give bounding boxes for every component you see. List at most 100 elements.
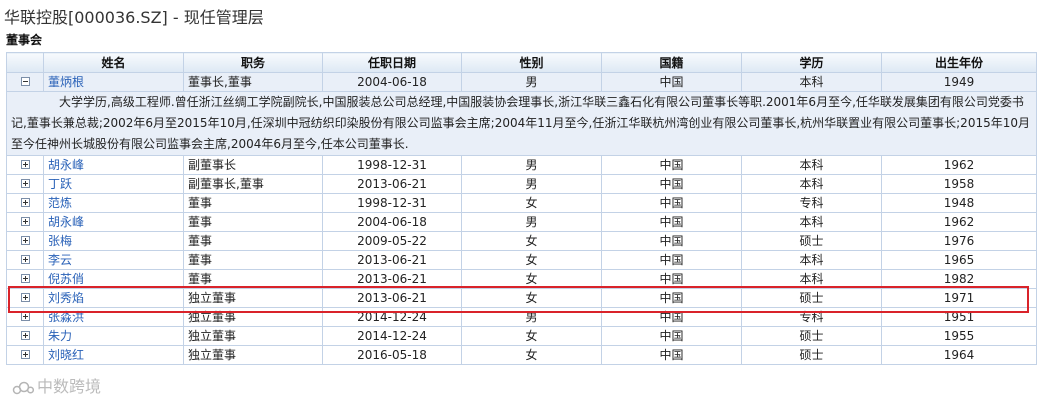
table-row[interactable]: 张淼洪 独立董事 2014-12-24 男中国 专科 1951 bbox=[6, 307, 1037, 327]
nationality-cell: 中国 bbox=[601, 174, 742, 194]
table-row[interactable]: 丁跃 副董事长,董事 2013-06-21 男中国 本科 1958 bbox=[6, 174, 1037, 194]
name-cell[interactable]: 倪苏俏 bbox=[43, 269, 184, 289]
table-row[interactable]: 范炼 董事 1998-12-31 女中国 专科 1948 bbox=[6, 193, 1037, 213]
watermark-logo-icon bbox=[12, 381, 34, 394]
name-cell[interactable]: 朱力 bbox=[43, 326, 184, 346]
name-cell[interactable]: 李云 bbox=[43, 250, 184, 270]
birth-year-cell: 1955 bbox=[881, 326, 1037, 346]
name-cell[interactable]: 张梅 bbox=[43, 231, 184, 251]
watermark-text: 中数跨境 bbox=[37, 377, 102, 396]
table-row[interactable]: 董炳根 董事长,董事 2004-06-18 男中国 本科 1949 bbox=[6, 72, 1037, 92]
education-cell: 专科 bbox=[741, 193, 882, 213]
header-education[interactable]: 学历 bbox=[741, 52, 882, 73]
expand-toggle[interactable] bbox=[6, 250, 44, 270]
name-cell[interactable]: 丁跃 bbox=[43, 174, 184, 194]
gender-cell: 男 bbox=[461, 155, 602, 175]
header-gender[interactable]: 性别 bbox=[461, 52, 602, 73]
plus-icon bbox=[20, 349, 30, 359]
position-cell: 独立董事 bbox=[183, 326, 323, 346]
expand-toggle[interactable] bbox=[6, 231, 44, 251]
table-row[interactable]: 倪苏俏 董事 2013-06-21 女中国 本科 1982 bbox=[6, 269, 1037, 289]
gender-cell: 男 bbox=[461, 174, 602, 194]
position-cell: 董事 bbox=[183, 231, 323, 251]
bio-text: 大学学历,高级工程师.曾任浙江丝绸工学院副院长,中国服装总公司总经理,中国服装协… bbox=[6, 91, 1037, 156]
education-cell: 本科 bbox=[741, 269, 882, 289]
nationality-cell: 中国 bbox=[601, 212, 742, 232]
expand-toggle[interactable] bbox=[6, 326, 44, 346]
nationality-cell: 中国 bbox=[601, 72, 742, 92]
birth-year-cell: 1948 bbox=[881, 193, 1037, 213]
gender-cell: 女 bbox=[461, 288, 602, 308]
gender-cell: 男 bbox=[461, 307, 602, 327]
table-row[interactable]: 胡永峰 董事 2004-06-18 男中国 本科 1962 bbox=[6, 212, 1037, 232]
birth-year-cell: 1962 bbox=[881, 212, 1037, 232]
date-cell: 1998-12-31 bbox=[322, 193, 462, 213]
collapse-toggle[interactable] bbox=[6, 72, 44, 92]
detail-row: 大学学历,高级工程师.曾任浙江丝绸工学院副院长,中国服装总公司总经理,中国服装协… bbox=[6, 91, 1037, 156]
name-cell[interactable]: 张淼洪 bbox=[43, 307, 184, 327]
nationality-cell: 中国 bbox=[601, 345, 742, 365]
date-cell: 2014-12-24 bbox=[322, 307, 462, 327]
table-row[interactable]: 张梅 董事 2009-05-22 女中国 硕士 1976 bbox=[6, 231, 1037, 251]
gender-cell: 女 bbox=[461, 250, 602, 270]
table-row[interactable]: 李云 董事 2013-06-21 女中国 本科 1965 bbox=[6, 250, 1037, 270]
header-position[interactable]: 职务 bbox=[183, 52, 323, 73]
education-cell: 本科 bbox=[741, 250, 882, 270]
birth-year-cell: 1949 bbox=[881, 72, 1037, 92]
plus-icon bbox=[20, 178, 30, 188]
name-cell[interactable]: 胡永峰 bbox=[43, 155, 184, 175]
header-date[interactable]: 任职日期 bbox=[322, 52, 462, 73]
watermark: 中数跨境 bbox=[12, 373, 101, 397]
plus-icon bbox=[20, 254, 30, 264]
plus-icon bbox=[20, 292, 30, 302]
gender-cell: 女 bbox=[461, 231, 602, 251]
name-cell[interactable]: 董炳根 bbox=[43, 72, 184, 92]
date-cell: 2013-06-21 bbox=[322, 174, 462, 194]
position-cell: 董事长,董事 bbox=[183, 72, 323, 92]
table-body: 董炳根 董事长,董事 2004-06-18 男中国 本科 1949 大学学历,高级工程师.曾… bbox=[6, 72, 1037, 365]
name-cell[interactable]: 刘晓红 bbox=[43, 345, 184, 365]
position-cell: 独立董事 bbox=[183, 288, 323, 308]
expand-toggle[interactable] bbox=[6, 193, 44, 213]
nationality-cell: 中国 bbox=[601, 155, 742, 175]
nationality-cell: 中国 bbox=[601, 288, 742, 308]
position-cell: 董事 bbox=[183, 250, 323, 270]
nationality-cell: 中国 bbox=[601, 326, 742, 346]
nationality-cell: 中国 bbox=[601, 307, 742, 327]
birth-year-cell: 1965 bbox=[881, 250, 1037, 270]
birth-year-cell: 1951 bbox=[881, 307, 1037, 327]
gender-cell: 女 bbox=[461, 345, 602, 365]
table-row[interactable]: 刘秀焰 独立董事 2013-06-21 女中国 硕士 1971 bbox=[6, 288, 1037, 308]
section-title: 董事会 bbox=[6, 33, 43, 47]
table-row[interactable]: 刘晓红 独立董事 2016-05-18 女中国 硕士 1964 bbox=[6, 345, 1037, 365]
plus-icon bbox=[20, 216, 30, 226]
gender-cell: 女 bbox=[461, 193, 602, 213]
birth-year-cell: 1958 bbox=[881, 174, 1037, 194]
position-cell: 副董事长 bbox=[183, 155, 323, 175]
table-row[interactable]: 胡永峰 副董事长 1998-12-31 男中国 本科 1962 bbox=[6, 155, 1037, 175]
nationality-cell: 中国 bbox=[601, 250, 742, 270]
header-nationality[interactable]: 国籍 bbox=[601, 52, 742, 73]
gender-cell: 男 bbox=[461, 212, 602, 232]
expand-toggle[interactable] bbox=[6, 307, 44, 327]
header-birth-year[interactable]: 出生年份 bbox=[881, 52, 1037, 73]
expand-toggle[interactable] bbox=[6, 174, 44, 194]
expand-toggle[interactable] bbox=[6, 155, 44, 175]
expand-toggle[interactable] bbox=[6, 212, 44, 232]
name-cell[interactable]: 胡永峰 bbox=[43, 212, 184, 232]
date-cell: 2016-05-18 bbox=[322, 345, 462, 365]
header-toggle bbox=[6, 52, 44, 73]
education-cell: 本科 bbox=[741, 72, 882, 92]
birth-year-cell: 1962 bbox=[881, 155, 1037, 175]
expand-toggle[interactable] bbox=[6, 288, 44, 308]
header-name[interactable]: 姓名 bbox=[43, 52, 184, 73]
date-cell: 2013-06-21 bbox=[322, 250, 462, 270]
education-cell: 硕士 bbox=[741, 288, 882, 308]
name-cell[interactable]: 范炼 bbox=[43, 193, 184, 213]
expand-toggle[interactable] bbox=[6, 269, 44, 289]
expand-toggle[interactable] bbox=[6, 345, 44, 365]
date-cell: 1998-12-31 bbox=[322, 155, 462, 175]
table-row[interactable]: 朱力 独立董事 2014-12-24 女中国 硕士 1955 bbox=[6, 326, 1037, 346]
name-cell[interactable]: 刘秀焰 bbox=[43, 288, 184, 308]
plus-icon bbox=[20, 235, 30, 245]
